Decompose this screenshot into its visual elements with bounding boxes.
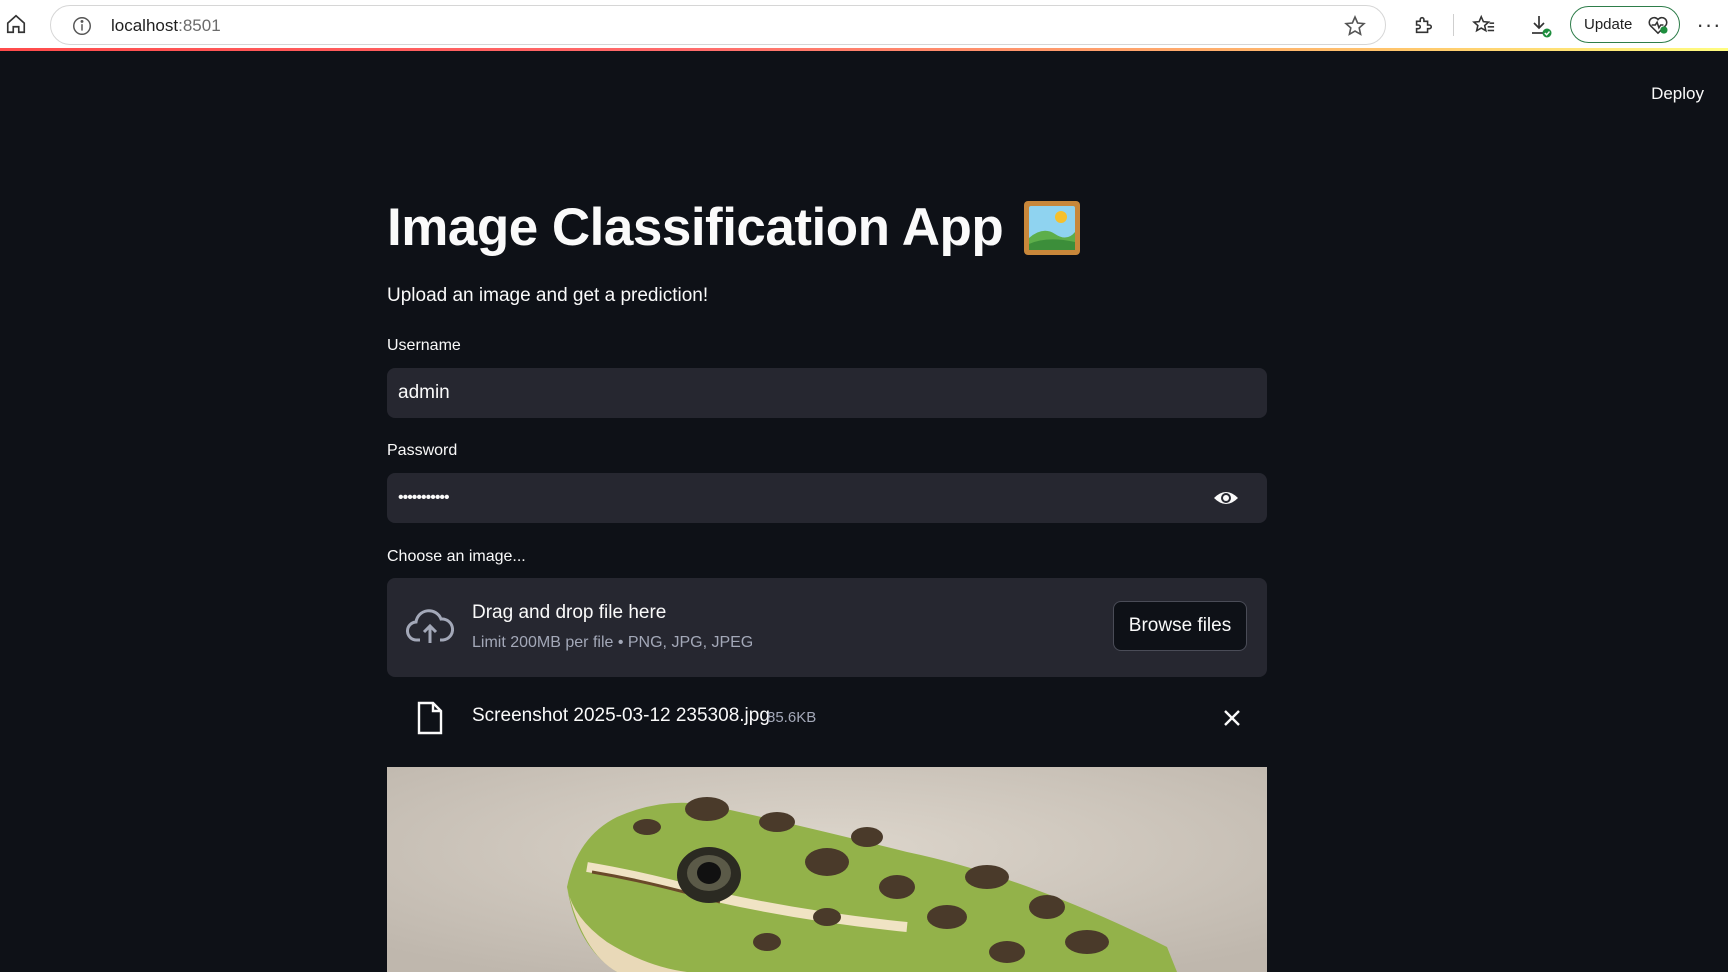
close-icon[interactable]: [1219, 705, 1245, 731]
star-icon[interactable]: [1343, 14, 1367, 38]
page-title-text: Image Classification App: [387, 198, 1004, 257]
info-icon[interactable]: [71, 15, 93, 37]
puzzle-icon[interactable]: [1408, 10, 1438, 40]
framed-picture-icon: [1023, 200, 1081, 256]
toolbar-divider: [1453, 14, 1454, 36]
uploaded-file-item: Screenshot 2025-03-12 235308.jpg 85.6KB: [387, 695, 1267, 745]
home-icon[interactable]: [2, 8, 30, 40]
browser-toolbar: localhost:8501 Update ···: [0, 0, 1728, 50]
update-label: Update: [1584, 16, 1633, 33]
dropzone-title: Drag and drop file here: [472, 602, 667, 623]
favorites-icon[interactable]: [1469, 10, 1499, 40]
username-value: admin: [398, 382, 450, 403]
password-field[interactable]: •••••••••••: [387, 473, 1267, 523]
page-subtitle: Upload an image and get a prediction!: [387, 285, 709, 306]
page-title: Image Classification App: [387, 197, 1081, 258]
browse-files-button[interactable]: Browse files: [1113, 601, 1247, 651]
address-bar[interactable]: localhost:8501: [50, 5, 1386, 45]
main-content: Image Classification App Upload an image…: [387, 51, 1267, 972]
file-dropzone[interactable]: Drag and drop file here Limit 200MB per …: [387, 578, 1267, 677]
image-uploader-label: Choose an image...: [387, 548, 526, 565]
file-name: Screenshot 2025-03-12 235308.jpg: [472, 705, 770, 726]
download-icon[interactable]: [1525, 10, 1557, 42]
update-button[interactable]: Update: [1570, 6, 1680, 43]
username-field[interactable]: admin: [387, 368, 1267, 418]
dropzone-limit: Limit 200MB per file • PNG, JPG, JPEG: [472, 634, 754, 651]
username-label: Username: [387, 337, 461, 354]
more-menu-icon[interactable]: ···: [1694, 10, 1724, 40]
file-icon: [417, 701, 443, 735]
file-size: 85.6KB: [767, 709, 817, 726]
frog-image: [387, 767, 1267, 972]
cloud-upload-icon: [406, 609, 454, 643]
password-label: Password: [387, 442, 458, 459]
deploy-button[interactable]: Deploy: [1651, 84, 1704, 104]
health-heart-icon: [1648, 16, 1668, 35]
uploaded-image-preview: [387, 767, 1267, 972]
eye-icon[interactable]: [1213, 487, 1239, 509]
url-text[interactable]: localhost:8501: [111, 16, 221, 36]
password-value: •••••••••••: [398, 489, 450, 506]
